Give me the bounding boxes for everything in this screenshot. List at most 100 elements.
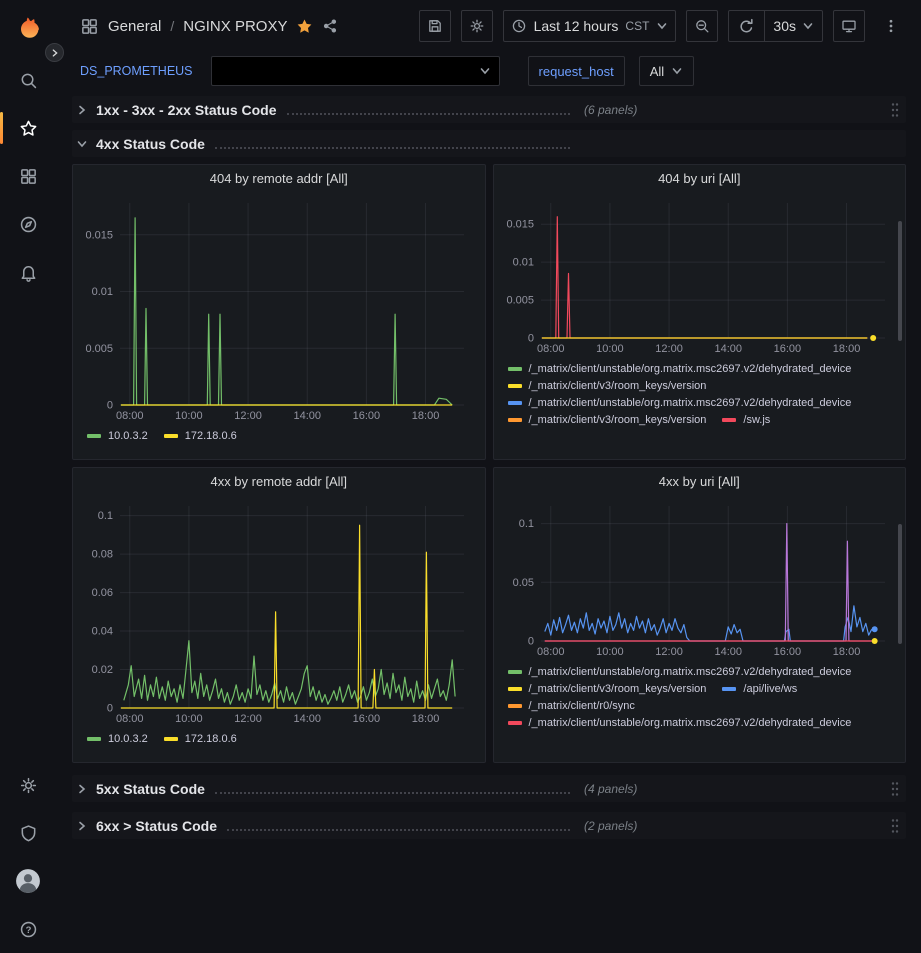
legend-item[interactable]: /_matrix/client/unstable/org.matrix.msc2… [508,363,852,375]
dashboard-settings-button[interactable] [461,10,493,42]
variable-datasource-value-dropdown[interactable] [211,56,500,86]
legend-item[interactable]: /sw.js [722,414,770,426]
legend-item[interactable]: /api/live/ws [722,683,797,695]
row-title-group: 6xx > Status Code [96,818,574,834]
legend-item[interactable]: /_matrix/client/r0/sync [508,700,635,712]
chevron-down-icon [76,138,88,150]
refresh-icon [737,17,756,36]
legend-item[interactable]: /_matrix/client/v3/room_keys/version [508,380,707,392]
sidebar-item-starred[interactable] [0,104,56,152]
sidebar-item-configuration[interactable] [0,761,56,809]
sidebar-item-server-admin[interactable] [0,809,56,857]
variable-request-host-dropdown[interactable]: All [639,56,694,86]
row-drag-handle[interactable] [890,781,902,797]
svg-text:0.005: 0.005 [506,295,534,307]
panel-legend: /_matrix/client/unstable/org.matrix.msc2… [494,663,906,762]
row-header-4xx[interactable]: 4xx Status Code [72,130,906,157]
legend-scrollbar[interactable] [898,221,902,341]
legend-item[interactable]: 10.0.3.2 [87,733,148,745]
chevron-down-icon [479,65,491,77]
legend-series-label: /_matrix/client/v3/room_keys/version [529,414,707,426]
variable-label-text: request_host [539,64,614,79]
timeseries-chart[interactable]: 08:0010:0012:0014:0016:0018:0000.020.040… [76,496,480,727]
legend-series-swatch [508,367,522,371]
apps-icon[interactable] [80,17,99,36]
variable-request-host-label[interactable]: request_host [528,56,625,86]
variable-datasource-label[interactable]: DS_PROMETHEUS [80,58,201,84]
timeseries-chart[interactable]: 08:0010:0012:0014:0016:0018:0000.0050.01… [497,193,901,357]
svg-text:0: 0 [107,703,113,715]
sidebar-item-dashboards[interactable] [0,152,56,200]
timezone-badge: CST [625,19,649,33]
legend-item[interactable]: 10.0.3.2 [87,430,148,442]
row-title-group: 5xx Status Code [96,781,574,797]
chevron-down-icon [802,20,814,32]
refresh-button[interactable] [729,11,764,41]
dashboards-grid-icon [19,167,38,186]
legend-scrollbar[interactable] [898,524,902,644]
row-title-group: 4xx Status Code [96,136,574,152]
more-options-button[interactable] [875,10,907,42]
panel-title[interactable]: 404 by remote addr [All] [73,165,485,193]
save-dashboard-button[interactable] [419,10,451,42]
share-icon[interactable] [322,18,338,34]
breadcrumb-dashboard-title[interactable]: NGINX PROXY [183,18,287,35]
legend-series-swatch [87,434,101,438]
legend-item[interactable]: /_matrix/client/v3/room_keys/version [508,683,707,695]
legend-item[interactable]: /_matrix/client/unstable/org.matrix.msc2… [508,397,852,409]
breadcrumb: General / NGINX PROXY [80,17,338,36]
row-dotted-leader [215,792,570,794]
panel-legend: /_matrix/client/unstable/org.matrix.msc2… [494,360,906,459]
row-drag-handle[interactable] [890,102,902,118]
legend-item[interactable]: /_matrix/client/v3/room_keys/version [508,414,707,426]
svg-text:0.005: 0.005 [85,343,113,355]
legend-series-label: /_matrix/client/unstable/org.matrix.msc2… [529,397,852,409]
sidebar-item-search[interactable] [0,56,56,104]
dashboard-variables-bar: DS_PROMETHEUS request_host All [56,52,921,90]
legend-series-swatch [508,401,522,405]
svg-text:0.05: 0.05 [512,577,533,589]
legend-item[interactable]: 172.18.0.6 [164,430,237,442]
legend-item[interactable]: /_matrix/client/unstable/org.matrix.msc2… [508,666,852,678]
sidebar-item-help[interactable]: ? [0,905,56,953]
chevron-right-icon [76,104,88,116]
legend-item[interactable]: 172.18.0.6 [164,733,237,745]
legend-series-swatch [508,670,522,674]
timeseries-chart[interactable]: 08:0010:0012:0014:0016:0018:0000.0050.01… [76,193,480,424]
row-header-1xx-3xx-2xx[interactable]: 1xx - 3xx - 2xx Status Code (6 panels) [72,96,906,123]
time-range-picker[interactable]: Last 12 hours CST [503,10,677,42]
row-header-6xx[interactable]: 6xx > Status Code (2 panels) [72,812,906,839]
panel-title[interactable]: 404 by uri [All] [494,165,906,193]
chart-wrap: 08:0010:0012:0014:0016:0018:0000.020.040… [73,496,485,730]
row-header-5xx[interactable]: 5xx Status Code (4 panels) [72,775,906,802]
svg-text:0.1: 0.1 [98,510,113,522]
breadcrumb-folder[interactable]: General [108,18,161,35]
svg-text:12:00: 12:00 [655,646,683,658]
refresh-interval-dropdown[interactable]: 30s [765,11,822,41]
row-drag-handle[interactable] [890,818,902,834]
panel-title[interactable]: 4xx by uri [All] [494,468,906,496]
top-navigation-bar: General / NGINX PROXY Last 12 hours CST [56,0,921,52]
svg-text:16:00: 16:00 [353,713,381,725]
tv-mode-button[interactable] [833,10,865,42]
chevron-right-icon [76,783,88,795]
sidebar-item-explore[interactable] [0,200,56,248]
favorite-star-icon[interactable] [296,18,313,35]
legend-series-swatch [508,384,522,388]
svg-text:0.01: 0.01 [512,257,533,269]
sidebar-item-alerting[interactable] [0,248,56,296]
kebab-menu-icon [883,18,899,34]
legend-item[interactable]: /_matrix/client/unstable/org.matrix.msc2… [508,717,852,729]
row-title: 5xx Status Code [96,781,205,797]
zoom-out-time-button[interactable] [686,10,718,42]
legend-series-swatch [722,687,736,691]
panel-title[interactable]: 4xx by remote addr [All] [73,468,485,496]
legend-series-label: /_matrix/client/r0/sync [529,700,635,712]
svg-text:0.02: 0.02 [92,664,113,676]
gear-icon [469,18,485,34]
sidebar-expand-button[interactable] [45,43,64,62]
svg-text:0.04: 0.04 [92,626,113,638]
timeseries-chart[interactable]: 08:0010:0012:0014:0016:0018:0000.050.1 [497,496,901,660]
sidebar-item-profile[interactable] [0,857,56,905]
legend-series-label: /sw.js [743,414,770,426]
